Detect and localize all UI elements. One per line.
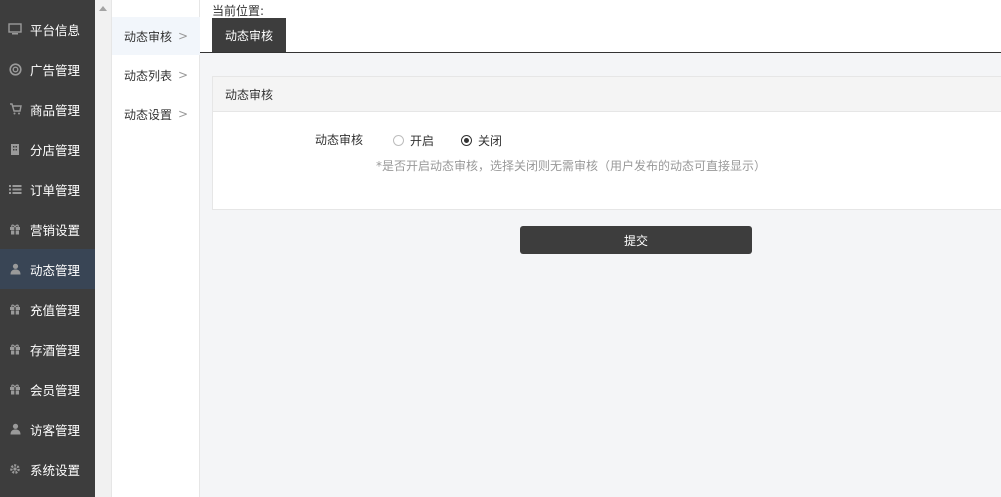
- submenu-item-label: 动态设置: [124, 107, 173, 122]
- scroll-up-arrow-icon[interactable]: [99, 6, 107, 11]
- sidebar-item-orders[interactable]: 订单管理: [0, 169, 95, 209]
- field-hint: *是否开启动态审核，选择关闭则无需审核（用户发布的动态可直接显示）: [376, 159, 767, 173]
- panel-title: 动态审核: [213, 77, 1001, 112]
- sidebar-scrollbar[interactable]: [95, 0, 112, 497]
- submenu: 动态审核 > 动态列表 > 动态设置 >: [112, 0, 200, 497]
- radio-disable[interactable]: 关闭: [461, 132, 502, 149]
- breadcrumb: 当前位置:: [212, 4, 265, 18]
- sidebar-item-ads[interactable]: 广告管理: [0, 49, 95, 89]
- sidebar-item-label: 充值管理: [30, 302, 81, 318]
- submenu-item-label: 动态审核: [124, 29, 173, 44]
- sidebar-item-wine-storage[interactable]: 存酒管理: [0, 329, 95, 369]
- sidebar-item-label: 广告管理: [30, 62, 81, 78]
- gift-icon: [0, 383, 30, 395]
- sidebar-item-marketing[interactable]: 营销设置: [0, 209, 95, 249]
- sidebar-item-recharge[interactable]: 充值管理: [0, 289, 95, 329]
- radio-label: 开启: [410, 134, 435, 148]
- main-content: 当前位置: 动态审核 动态审核 动态审核 开启 关闭 *是否开启动态审核，选择关…: [200, 0, 1001, 497]
- user-icon: [0, 423, 30, 435]
- submenu-item-label: 动态列表: [124, 68, 173, 83]
- sidebar-item-label: 分店管理: [30, 142, 81, 158]
- gear-icon: [0, 463, 30, 475]
- field-label: 动态审核: [315, 133, 364, 147]
- submenu-item-moment-review[interactable]: 动态审核 >: [112, 17, 200, 55]
- main-sidebar: 平台信息 广告管理 商品管理 分店管理 订单管理 营销设置 动态管理 充值管理 …: [0, 0, 95, 497]
- sidebar-item-visitors[interactable]: 访客管理: [0, 409, 95, 449]
- lifebuoy-icon: [0, 62, 30, 76]
- user-icon: [0, 263, 30, 275]
- submit-button[interactable]: 提交: [520, 226, 752, 254]
- sidebar-item-label: 平台信息: [30, 22, 81, 38]
- sidebar-item-products[interactable]: 商品管理: [0, 89, 95, 129]
- sidebar-item-label: 存酒管理: [30, 342, 81, 358]
- radio-label: 关闭: [478, 134, 503, 148]
- radio-enable[interactable]: 开启: [393, 132, 434, 149]
- sidebar-item-system-settings[interactable]: 系统设置: [0, 449, 95, 489]
- chevron-right-icon: >: [177, 107, 188, 121]
- page-header: 当前位置: 动态审核: [200, 0, 1001, 53]
- sidebar-item-label: 系统设置: [30, 462, 81, 478]
- sidebar-item-label: 动态管理: [30, 262, 81, 278]
- sidebar-item-label: 访客管理: [30, 422, 81, 438]
- gift-icon: [0, 223, 30, 235]
- gift-icon: [0, 303, 30, 315]
- gift-icon: [0, 343, 30, 355]
- sidebar-item-label: 营销设置: [30, 222, 81, 238]
- sidebar-item-platform-info[interactable]: 平台信息: [0, 9, 95, 49]
- radio-checked-icon: [461, 135, 472, 146]
- sidebar-item-label: 商品管理: [30, 102, 81, 118]
- sidebar-item-moments[interactable]: 动态管理: [0, 249, 95, 289]
- settings-panel: 动态审核 动态审核 开启 关闭 *是否开启动态审核，选择关闭则无需审核（用户发布…: [212, 76, 1001, 210]
- submenu-item-moment-list[interactable]: 动态列表 >: [112, 56, 200, 94]
- radio-unchecked-icon: [393, 135, 404, 146]
- cart-icon: [0, 103, 30, 115]
- monitor-icon: [0, 23, 30, 35]
- chevron-right-icon: >: [177, 68, 188, 82]
- list-icon: [0, 184, 30, 195]
- submenu-item-moment-settings[interactable]: 动态设置 >: [112, 95, 200, 133]
- sidebar-item-branches[interactable]: 分店管理: [0, 129, 95, 169]
- tab-moment-review[interactable]: 动态审核: [212, 18, 286, 52]
- building-icon: [0, 143, 30, 156]
- chevron-right-icon: >: [177, 29, 188, 43]
- sidebar-item-label: 订单管理: [30, 182, 81, 198]
- sidebar-item-label: 会员管理: [30, 382, 81, 398]
- sidebar-item-members[interactable]: 会员管理: [0, 369, 95, 409]
